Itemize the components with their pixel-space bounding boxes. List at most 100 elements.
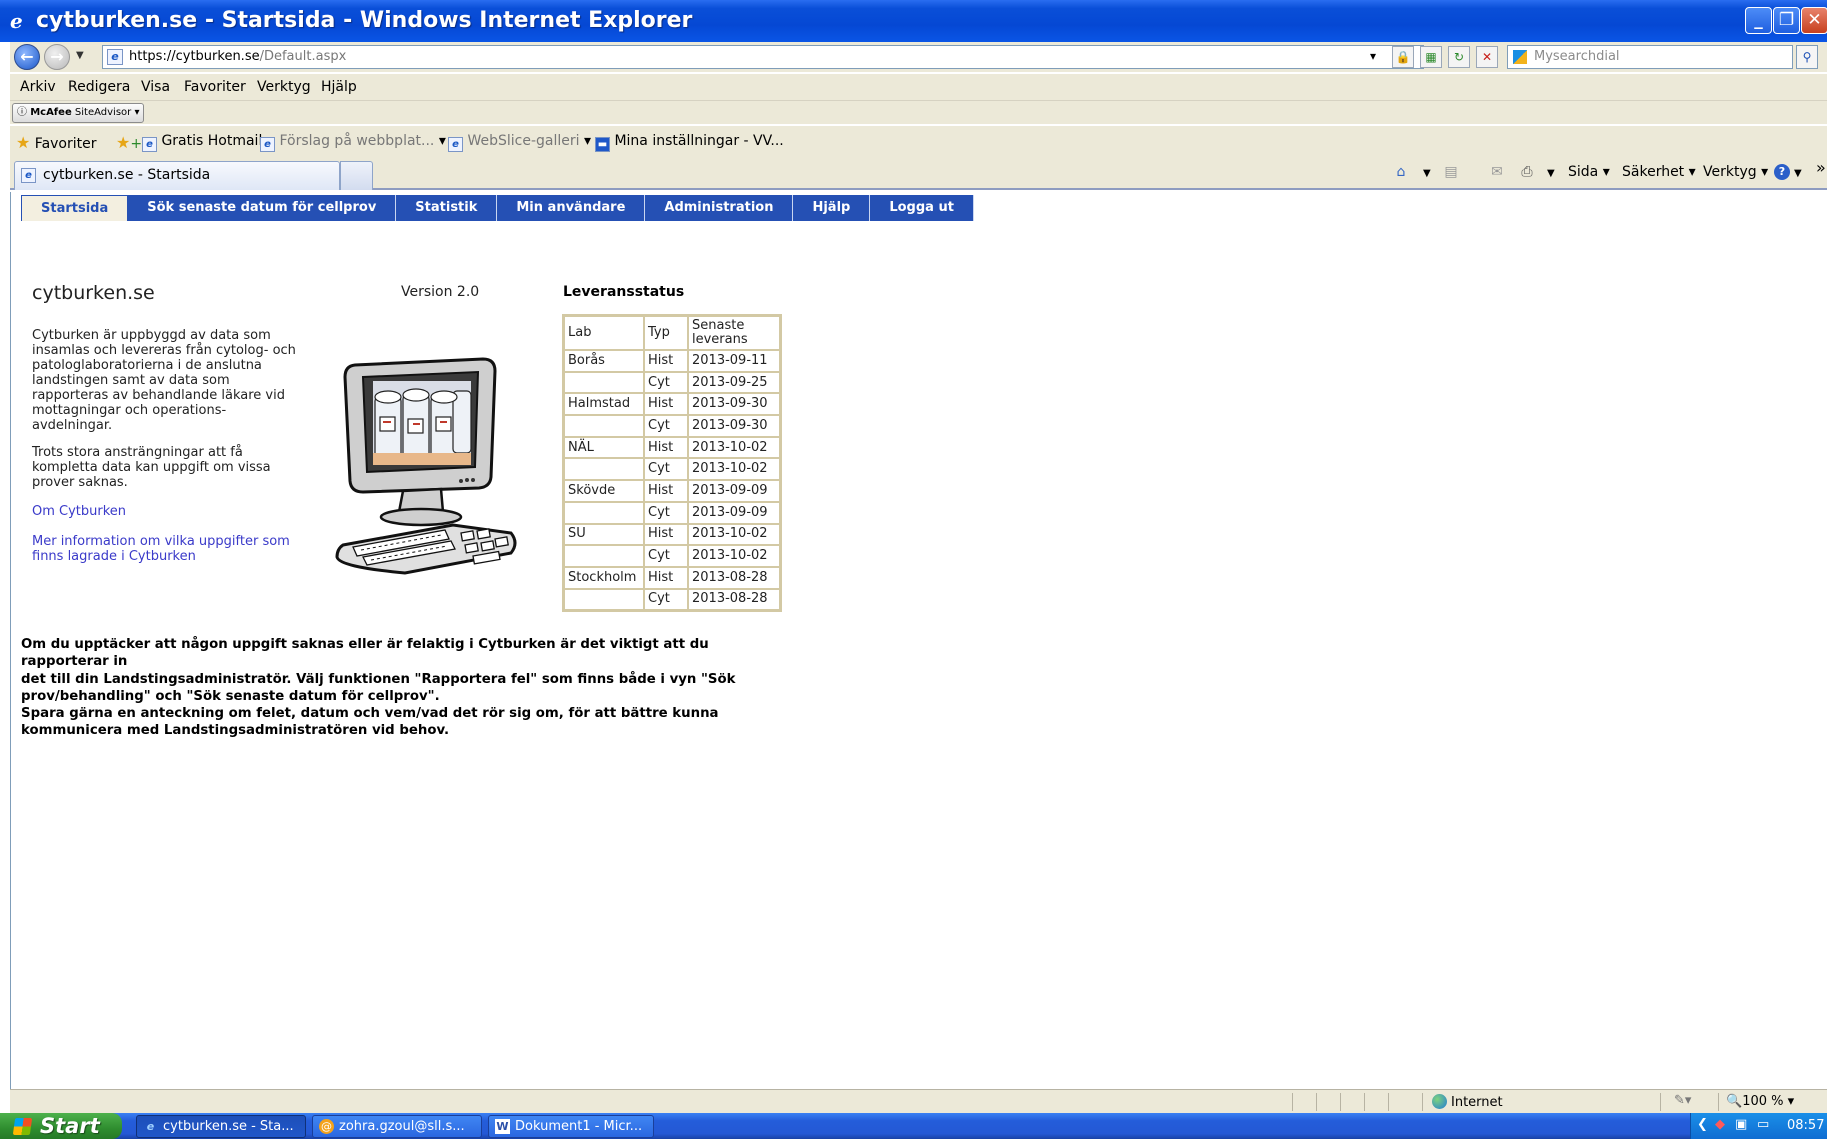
add-favorite-icon[interactable]: ★+ [116,133,142,152]
menu-favoriter[interactable]: Favoriter [184,79,246,95]
minimize-button[interactable]: _ [1745,7,1772,34]
start-button[interactable]: Start [0,1113,122,1139]
address-input[interactable]: e https://cytburken.se/Default.aspx [102,45,1424,69]
report-error-notice: Om du upptäcker att någon uppgift saknas… [21,636,791,740]
tab-startsida[interactable]: e cytburken.se - Startsida [14,161,340,190]
col-header-latest-line: Senaste [692,318,745,333]
protected-mode-icon[interactable]: ✎▾ [1674,1093,1691,1108]
about-link[interactable]: Om Cytburken [32,504,317,519]
mail-icon[interactable]: ✉ [1488,163,1506,181]
menu-hjalp[interactable]: Hjälp [321,79,357,95]
compatibility-icon[interactable]: ▦ [1420,46,1442,68]
print-dropdown-icon[interactable]: ▼ [1547,168,1555,179]
more-info-link[interactable]: Mer information om vilka uppgifter som f… [32,534,317,564]
stop-icon[interactable]: ✕ [1476,46,1498,68]
taskbar-item-mail[interactable]: @ zohra.gzoul@sll.s... [312,1115,482,1138]
cell-type: Hist [644,436,688,459]
star-icon: ★ [16,133,31,152]
home-icon[interactable]: ⌂ [1392,163,1410,181]
document-icon: W [495,1119,510,1134]
restore-button[interactable]: ❐ [1773,7,1800,34]
print-icon[interactable]: ⎙ [1518,163,1536,181]
security-tray-icon[interactable]: ◆ [1715,1117,1725,1132]
display-tray-icon[interactable]: ▭ [1757,1117,1769,1132]
cell-date: 2013-09-09 [688,480,780,502]
url-dropdown-icon[interactable]: ▾ [1362,46,1384,68]
site-version: Version 2.0 [401,284,480,300]
taskbar-item-ie[interactable]: e cytburken.se - Sta... [136,1115,306,1138]
nav-statistik[interactable]: Statistik [396,195,498,221]
fav-item-webslice[interactable]: e WebSlice-galleri ▾ [448,133,591,152]
zoom-control[interactable]: 🔍100 % ▾ [1726,1094,1794,1109]
notice-line: det till din Landstingsadministratör. Vä… [21,671,736,687]
cell-lab [564,501,644,524]
cell-lab: Skövde [564,480,644,502]
taskbar-item-word[interactable]: W Dokument1 - Micr... [488,1115,654,1138]
ie-icon: e [146,1120,155,1133]
fav-item-settings[interactable]: ▬ Mina inställningar - VV... [595,133,784,152]
ie-page-icon: e [448,137,463,152]
intro-paragraph: Cytburken är uppbyggd av data som insaml… [32,328,317,433]
home-dropdown-icon[interactable]: ▼ [1423,168,1431,179]
nav-startsida[interactable]: Startsida [21,195,129,221]
security-zone[interactable]: Internet [1432,1094,1503,1110]
url-protocol: https:// [129,49,176,64]
zoom-level: 100 % [1742,1094,1784,1109]
help-dropdown-icon[interactable]: ▼ [1794,168,1802,179]
site-title: cytburken.se [32,282,155,304]
new-tab-button[interactable] [340,161,373,190]
window-titlebar[interactable]: e cytburken.se - Startsida - Windows Int… [0,0,1827,42]
page-menu[interactable]: Sida ▾ [1568,164,1610,180]
fav-item-suggested-sites[interactable]: e Förslag på webbplat... ▾ [260,133,446,152]
clock[interactable]: 08:57 [1787,1118,1824,1133]
cell-lab: NÄL [564,436,644,459]
refresh-icon[interactable]: ↻ [1448,46,1470,68]
fav-label: WebSlice-galleri [467,133,580,149]
feeds-icon[interactable]: ▤ [1442,163,1460,181]
nav-hjalp[interactable]: Hjälp [793,195,871,221]
cell-type: Cyt [644,545,688,567]
cell-type: Cyt [644,588,688,611]
nav-logga-ut[interactable]: Logga ut [870,195,974,221]
more-commands-icon[interactable]: » [1816,158,1826,177]
system-tray: ❮ ◆ ▣ ▭ 08:57 [1690,1113,1827,1139]
more-info-line: Mer information om vilka uppgifter som [32,534,290,549]
cell-type: Cyt [644,371,688,394]
url-host: cytburken.se [175,49,260,64]
nav-administration[interactable]: Administration [645,195,794,221]
cell-date: 2013-10-02 [688,436,780,459]
tray-expand-icon[interactable]: ❮ [1697,1117,1708,1132]
fav-item-hotmail[interactable]: e Gratis Hotmail [142,133,262,152]
menu-redigera[interactable]: Redigera [68,79,130,95]
help-icon[interactable]: ? [1774,164,1790,180]
more-info-line: finns lagrade i Cytburken [32,549,196,564]
back-button[interactable]: ← [14,44,40,70]
screen: { "window": { "title": "cytburken.se - S… [0,0,1827,1139]
note-line: Trots stora ansträngningar att få [32,445,243,460]
search-button[interactable]: ⚲ [1796,45,1818,69]
history-dropdown-icon[interactable]: ▼ [76,50,84,61]
favorites-button[interactable]: ★ Favoriter [16,133,97,152]
mcafee-siteadvisor-button[interactable]: ⓘ McAfee SiteAdvisor ▾ [12,103,145,123]
nav-min-anvandare[interactable]: Min användare [497,195,646,221]
delivery-status-table: Lab Typ Senaste leverans Borås Hist 2013-0… [562,314,782,613]
menu-arkiv[interactable]: Arkiv [20,79,56,95]
network-tray-icon[interactable]: ▣ [1735,1117,1747,1132]
cell-date: 2013-09-25 [688,371,780,394]
safety-menu[interactable]: Säkerhet ▾ [1622,164,1696,180]
menu-verktyg[interactable]: Verktyg [257,79,311,95]
forward-button[interactable]: → [44,44,70,70]
table-row: Cyt 2013-10-02 [564,545,780,567]
col-header-latest: Senaste leverans [688,316,780,350]
table-row: SU Hist 2013-10-02 [564,523,780,546]
lock-icon[interactable]: 🔒 [1392,46,1414,68]
menu-visa[interactable]: Visa [141,79,170,95]
cell-lab [564,371,644,394]
nav-sok-senaste-datum[interactable]: Sök senaste datum för cellprov [128,195,397,221]
close-button[interactable]: ✕ [1801,7,1827,34]
search-input[interactable]: Mysearchdial [1507,45,1793,69]
tools-menu[interactable]: Verktyg ▾ [1703,164,1768,180]
cell-lab [564,545,644,567]
cell-date: 2013-10-02 [688,458,780,481]
computer-illustration [335,357,517,575]
